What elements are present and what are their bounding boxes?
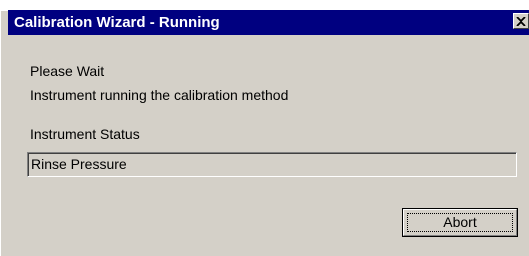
close-button[interactable] <box>513 13 529 29</box>
title-bar: Calibration Wizard - Running <box>8 10 529 35</box>
instrument-status-label: Instrument Status <box>30 126 140 142</box>
wait-message: Please Wait <box>30 63 105 79</box>
instrument-status-value: Rinse Pressure <box>31 156 127 172</box>
dialog-body: Please Wait Instrument running the calib… <box>8 35 529 256</box>
instrument-status-field: Rinse Pressure <box>27 152 517 177</box>
close-icon <box>516 16 526 26</box>
abort-button[interactable]: Abort <box>402 208 518 237</box>
abort-button-label: Abort <box>443 214 477 230</box>
running-message: Instrument running the calibration metho… <box>30 87 289 103</box>
window-title: Calibration Wizard - Running <box>14 14 220 31</box>
